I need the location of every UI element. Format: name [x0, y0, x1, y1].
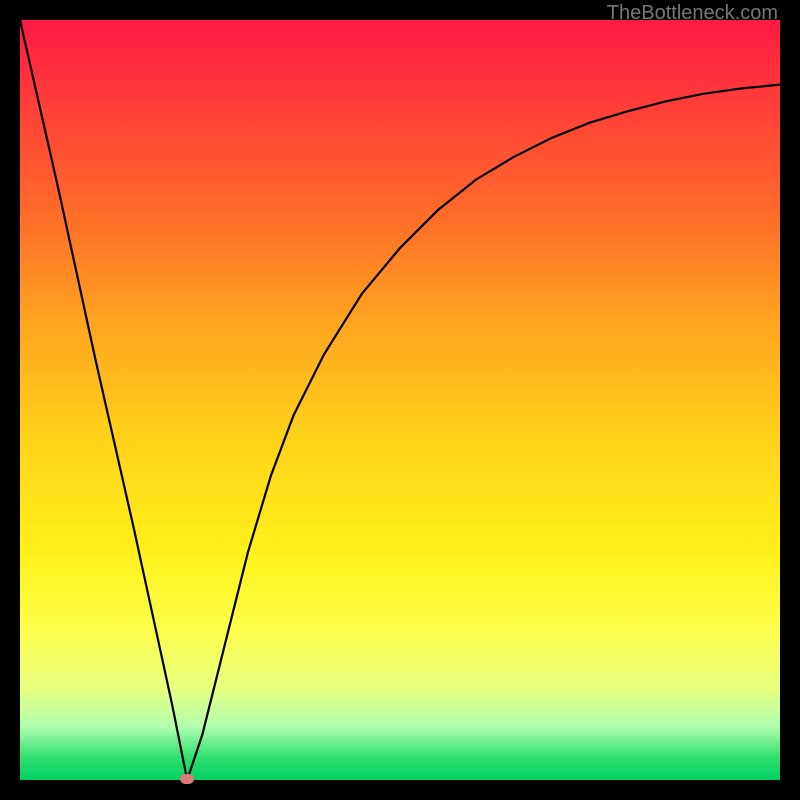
attribution-text: TheBottleneck.com	[607, 2, 778, 25]
chart-frame	[20, 20, 780, 780]
bottleneck-curve	[20, 20, 780, 780]
minimum-marker	[180, 774, 194, 784]
